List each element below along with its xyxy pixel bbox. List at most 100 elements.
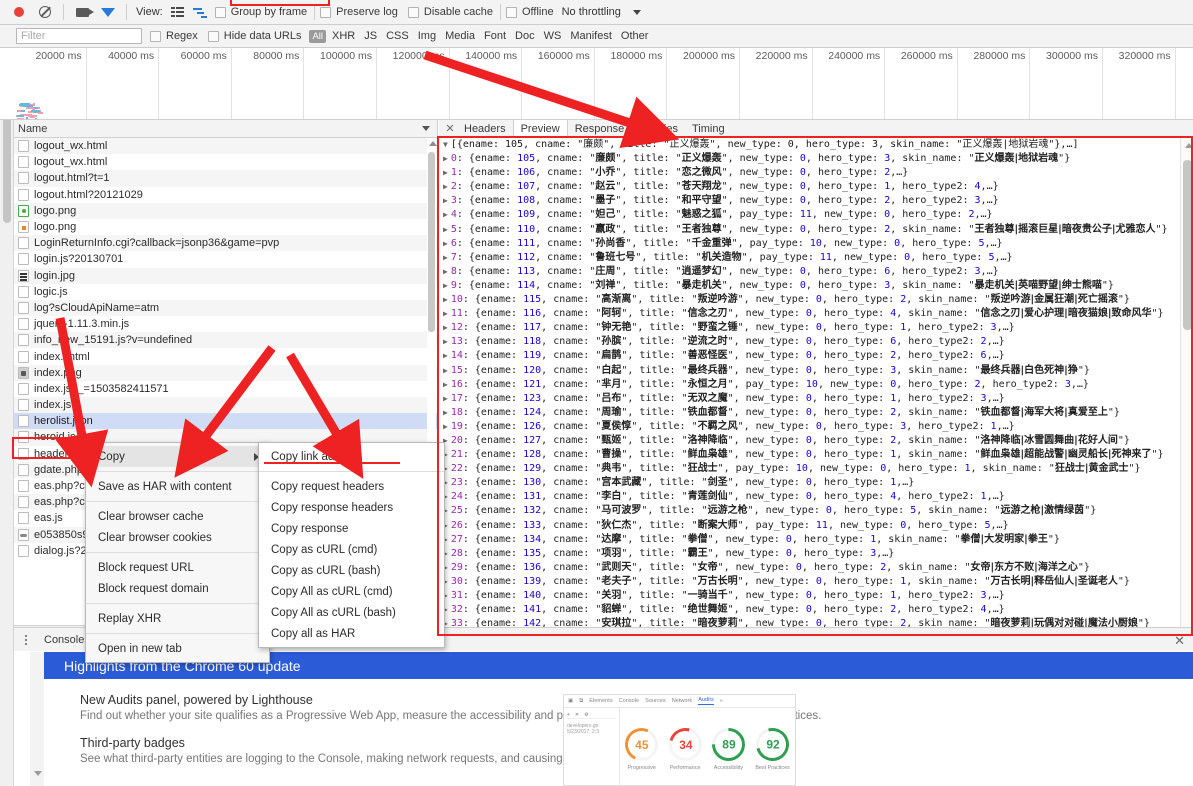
menu-item-copy-all-as-curl-bash[interactable]: Copy All as cURL (bash) (259, 602, 444, 623)
request-row[interactable]: logout.html?t=1 (14, 170, 437, 187)
preview-row[interactable]: ▶ 13: {ename: 118, cname: "孙膑", title: "逆… (439, 335, 1193, 349)
filter-type-all[interactable]: All (309, 29, 327, 43)
preview-row[interactable]: ▶ 32: {ename: 141, cname: "貂蝉", title: "绝… (439, 603, 1193, 617)
expand-triangle-icon[interactable]: ▶ (443, 351, 448, 360)
page-scrollbar-thumb[interactable] (3, 108, 11, 223)
scroll-down-icon[interactable] (34, 771, 42, 776)
menu-item-clear-browser-cookies[interactable]: Clear browser cookies (86, 527, 269, 548)
preview-row[interactable]: ▶ 10: {ename: 115, cname: "高渐离", title: "… (439, 293, 1193, 307)
preview-row[interactable]: ▶ 17: {ename: 123, cname: "吕布", title: "无… (439, 392, 1193, 406)
expand-triangle-icon[interactable]: ▶ (443, 281, 448, 290)
regex-option[interactable]: Regex (150, 30, 198, 42)
preview-row[interactable]: ▶ 23: {ename: 130, cname: "宫本武藏", title: … (439, 476, 1193, 490)
request-row[interactable]: login.js?20130701 (14, 251, 437, 267)
expand-triangle-icon[interactable]: ▶ (443, 323, 448, 332)
disable-cache-checkbox[interactable] (407, 6, 419, 18)
filter-type-img[interactable]: Img (418, 30, 436, 42)
highlights-scrollbar[interactable] (30, 652, 44, 786)
filter-type-ws[interactable]: WS (544, 30, 562, 42)
preserve-log-checkbox[interactable] (320, 6, 332, 18)
preview-scroll-thumb[interactable] (1183, 160, 1192, 330)
detail-tab-cookies[interactable]: Cookies (631, 120, 685, 138)
request-row[interactable]: index.js (14, 397, 437, 414)
request-row[interactable]: index.shtml (14, 348, 437, 364)
preview-row[interactable]: ▶ 4: {ename: 109, cname: "妲己", title: "魅惑… (439, 208, 1193, 222)
view-list-button[interactable] (167, 2, 189, 22)
request-row[interactable]: logic.js (14, 284, 437, 300)
expand-triangle-icon[interactable]: ▶ (443, 182, 448, 191)
menu-item-clear-browser-cache[interactable]: Clear browser cache (86, 506, 269, 527)
expand-triangle-icon[interactable]: ▶ (443, 309, 448, 318)
group-by-frame-checkbox[interactable] (214, 6, 226, 18)
request-row-selected[interactable]: herolist.json (14, 413, 437, 430)
expand-triangle-icon[interactable]: ▶ (443, 408, 448, 417)
menu-item-copy-request-headers[interactable]: Copy request headers (259, 476, 444, 497)
menu-item-copy-response[interactable]: Copy response (259, 518, 444, 539)
preview-row[interactable]: ▶ 19: {ename: 126, cname: "夏侯惇", title: "… (439, 420, 1193, 434)
preserve-log-option[interactable]: Preserve log (320, 6, 398, 18)
collapse-triangle-icon[interactable]: ▼ (443, 140, 448, 149)
filter-type-js[interactable]: JS (364, 30, 377, 42)
filter-type-font[interactable]: Font (484, 30, 506, 42)
request-row[interactable]: info_new_15191.js?v=undefined (14, 332, 437, 349)
filter-type-manifest[interactable]: Manifest (570, 30, 612, 42)
hide-data-urls-checkbox[interactable] (207, 30, 219, 42)
menu-item-block-request-url[interactable]: Block request URL (86, 557, 269, 578)
menu-item-save-as-har-with-content[interactable]: Save as HAR with content (86, 476, 269, 497)
preview-row[interactable]: ▶ 7: {ename: 112, cname: "鲁班七号", title: "… (439, 251, 1193, 265)
offline-option[interactable]: Offline (505, 6, 554, 18)
expand-triangle-icon[interactable]: ▶ (443, 196, 448, 205)
preview-row[interactable]: ▶ 27: {ename: 134, cname: "达摩", title: "拳… (439, 533, 1193, 547)
filter-type-media[interactable]: Media (445, 30, 475, 42)
expand-triangle-icon[interactable]: ▶ (443, 295, 448, 304)
chevron-down-icon[interactable] (632, 9, 641, 15)
offline-checkbox[interactable] (505, 6, 517, 18)
preview-row[interactable]: ▶ 2: {ename: 107, cname: "赵云", title: "苍天… (439, 180, 1193, 194)
preview-row[interactable]: ▶ 28: {ename: 135, cname: "项羽", title: "霸… (439, 547, 1193, 561)
request-context-menu[interactable]: Copy Save as HAR with content Clear browse… (85, 442, 270, 663)
expand-triangle-icon[interactable]: ▶ (443, 154, 448, 163)
request-row[interactable]: LoginReturnInfo.cgi?callback=jsonp36&gam… (14, 235, 437, 252)
menu-item-copy-all-as-har[interactable]: Copy all as HAR (259, 623, 444, 644)
expand-triangle-icon[interactable]: ▶ (443, 225, 448, 234)
request-list-scroll-thumb[interactable] (428, 152, 435, 332)
preview-row[interactable]: ▶ 25: {ename: 132, cname: "马可波罗", title: … (439, 504, 1193, 518)
request-row[interactable]: logo.png (14, 202, 437, 219)
menu-item-open-in-new-tab[interactable]: Open in new tab (86, 638, 269, 659)
filter-type-css[interactable]: CSS (386, 30, 409, 42)
preview-row[interactable]: ▶ 15: {ename: 120, cname: "白起", title: "最… (439, 364, 1193, 378)
preview-row[interactable]: ▶ 18: {ename: 124, cname: "周瑜", title: "铁… (439, 406, 1193, 420)
regex-checkbox[interactable] (150, 30, 161, 42)
menu-item-copy-as-curl-cmd[interactable]: Copy as cURL (cmd) (259, 539, 444, 560)
page-scrollbar[interactable] (0, 48, 14, 786)
request-row[interactable]: log?sCloudApiName=atm (14, 299, 437, 317)
expand-triangle-icon[interactable]: ▶ (443, 422, 448, 431)
name-column-header[interactable]: Name (14, 120, 438, 138)
expand-triangle-icon[interactable]: ▶ (443, 337, 448, 346)
scroll-up-icon[interactable] (1185, 143, 1193, 148)
network-overview[interactable]: 20000 ms 40000 ms 60000 ms 80000 ms 100000 m… (0, 48, 1193, 120)
preview-row[interactable]: ▶ 22: {ename: 129, cname: "典韦", title: "狂… (439, 462, 1193, 476)
throttling-label[interactable]: No throttling (562, 6, 621, 18)
filter-toggle-button[interactable] (95, 0, 121, 30)
menu-item-replay-xhr[interactable]: Replay XHR (86, 608, 269, 629)
preview-row[interactable]: ▶ 24: {ename: 131, cname: "李白", title: "青… (439, 490, 1193, 504)
chevron-down-icon[interactable] (422, 126, 430, 131)
preview-row[interactable]: ▶ 3: {ename: 108, cname: "墨子", title: "和平… (439, 194, 1193, 208)
copy-submenu[interactable]: Copy link address Copy request headers Cop… (258, 442, 445, 648)
record-button[interactable] (6, 0, 32, 24)
close-icon[interactable]: ✕ (443, 122, 457, 135)
request-row[interactable]: logout_wx.html (14, 138, 437, 155)
expand-triangle-icon[interactable]: ▶ (443, 253, 448, 262)
scroll-up-icon[interactable] (429, 141, 437, 146)
preview-row[interactable]: ▶ 8: {ename: 113, cname: "庄周", title: "逍遥… (439, 265, 1193, 279)
kebab-icon[interactable] (20, 634, 32, 645)
preview-row[interactable]: ▶ 26: {ename: 133, cname: "狄仁杰", title: "… (439, 519, 1193, 533)
request-row[interactable]: login.jpg (14, 267, 437, 284)
menu-item-block-request-domain[interactable]: Block request domain (86, 578, 269, 599)
menu-item-copy-as-curl-bash[interactable]: Copy as cURL (bash) (259, 560, 444, 581)
preview-row[interactable]: ▶ 0: {ename: 105, cname: "廉颇", title: "正义… (439, 152, 1193, 166)
preview-row[interactable]: ▶ 5: {ename: 110, cname: "嬴政", title: "王者… (439, 223, 1193, 237)
close-icon[interactable]: ✕ (1174, 633, 1185, 649)
expand-triangle-icon[interactable]: ▶ (443, 210, 448, 219)
